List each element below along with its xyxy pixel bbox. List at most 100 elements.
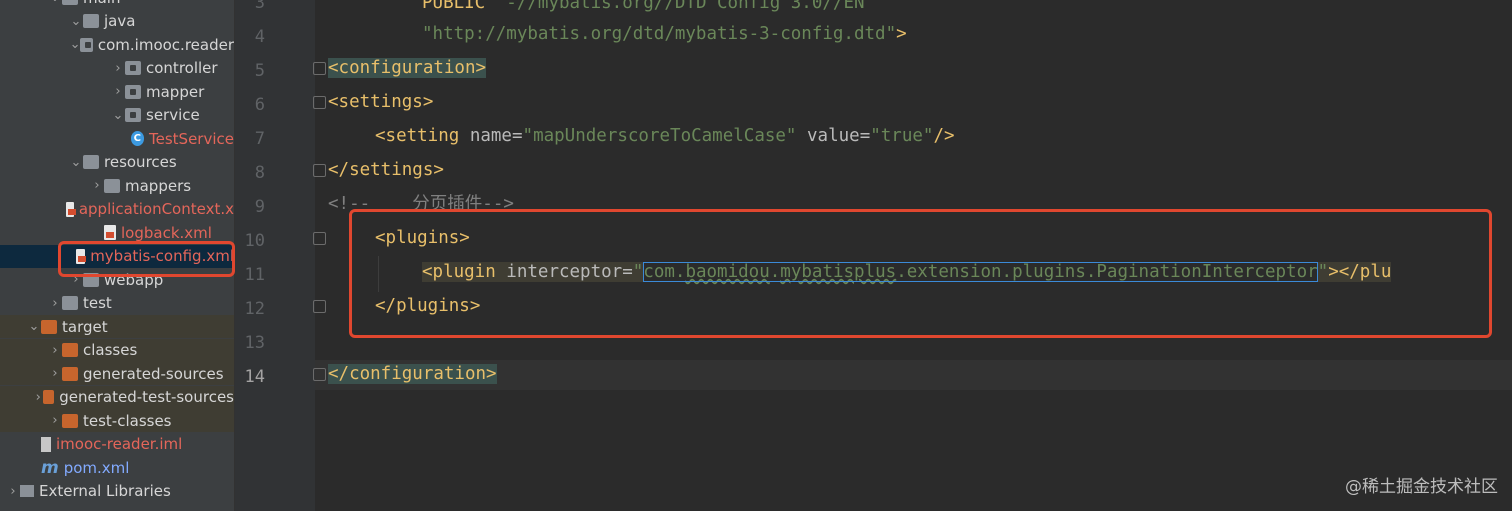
annotation-highlight-file [58,241,235,277]
fold-marker-settings-end[interactable] [313,164,326,177]
xml-file-icon [66,201,76,217]
line-number[interactable]: 12 [235,294,265,324]
tree-item[interactable]: ⌄ java [0,10,234,33]
tree-item-label: service [146,106,200,124]
code-line-5[interactable]: <configuration> [328,53,487,83]
resources-folder-icon [83,155,99,169]
settings-open-tag: <settings> [328,92,434,112]
fold-marker-configuration[interactable] [313,62,326,75]
tree-item-label: generated-test-sources [59,388,234,406]
fold-marker-settings[interactable] [313,96,326,109]
tree-item[interactable]: › mapper [0,80,234,103]
collapse-arrow-icon[interactable]: ⌄ [69,14,83,29]
tree-item[interactable]: ⌄ main [0,0,234,9]
tree-item[interactable]: C TestService [0,127,234,150]
collapse-arrow-icon[interactable]: ⌄ [27,319,41,334]
name-attribute: name [469,126,512,146]
folder-icon [104,178,120,193]
tree-item[interactable]: › generated-sources [0,362,234,385]
fold-marker-configuration-end[interactable] [313,368,326,381]
fold-marker-plugins-end[interactable] [313,300,326,313]
folder-icon [83,14,99,28]
tree-item[interactable]: applicationContext.x [0,198,234,221]
line-number[interactable]: 9 [235,192,265,222]
tree-item-label: classes [83,341,138,359]
excluded-folder-icon [62,343,78,357]
tree-item[interactable]: ⌄ resources [0,151,234,174]
tree-item-label: controller [146,59,218,77]
library-icon [20,485,34,497]
settings-close-tag: </settings> [328,160,444,180]
iml-file-icon [41,436,51,452]
tree-item[interactable]: › generated-test-sources [0,385,234,409]
expand-arrow-icon[interactable]: › [48,366,62,381]
tree-item-label: mappers [125,176,192,195]
excluded-folder-icon [62,366,78,381]
line-number[interactable]: 11 [235,260,265,290]
configuration-open-tag: <configuration> [328,58,487,78]
doctype-system-id: "http://mybatis.org/dtd/mybatis-3-config… [422,24,897,44]
fold-marker-plugins[interactable] [313,232,326,245]
collapse-arrow-icon[interactable]: ⌄ [48,0,62,5]
tree-item-label: generated-sources [83,364,224,383]
line-number[interactable]: 5 [235,56,265,86]
expand-arrow-icon[interactable]: › [111,61,125,76]
code-line-7[interactable]: <setting name="mapUnderscoreToCamelCase"… [328,121,955,151]
tree-item[interactable]: › test-classes [0,409,234,432]
expand-arrow-icon[interactable]: › [90,178,104,193]
tree-item-label: mapper [146,82,205,101]
expand-arrow-icon[interactable]: › [6,484,20,499]
line-number[interactable]: 6 [235,90,265,120]
tree-item[interactable]: › External Libraries [0,480,234,503]
line-number[interactable]: 7 [235,124,265,154]
code-line-3[interactable]: PUBLIC "-//mybatis.org//DTD Config 3.0//… [328,0,875,18]
collapse-arrow-icon[interactable]: ⌄ [69,155,83,170]
tree-item[interactable]: imooc-reader.iml [0,433,234,456]
doctype-keyword: PUBLIC [422,0,496,13]
collapse-arrow-icon[interactable]: ⌄ [70,37,81,52]
expand-arrow-icon[interactable]: › [48,343,62,358]
package-icon [125,84,141,99]
tree-item[interactable]: m pom.xml [0,456,234,479]
expand-arrow-icon[interactable]: › [48,413,62,428]
tree-item[interactable]: › controller [0,57,234,80]
line-number[interactable]: 3 [235,0,265,18]
watermark: @稀土掘金技术社区 [1345,477,1498,497]
line-number[interactable]: 13 [235,328,265,358]
self-close: /> [933,126,955,146]
tree-item[interactable]: › test [0,292,234,315]
code-line-4[interactable]: "http://mybatis.org/dtd/mybatis-3-config… [328,19,907,49]
tree-item[interactable]: ⌄ com.imooc.reader [0,33,234,56]
tree-item-label: main [83,0,120,7]
expand-arrow-icon[interactable]: › [48,296,62,311]
expand-arrow-icon[interactable]: › [111,84,125,99]
package-icon [80,37,93,52]
value-attribute: value [796,126,860,146]
class-icon: C [130,131,145,146]
tree-item-label: test-classes [83,411,172,430]
name-attribute-value: "mapUnderscoreToCamelCase" [522,126,797,146]
tree-item-label: com.imooc.reader [97,35,234,54]
tree-item-label: logback.xml [121,223,212,242]
equals-sign: = [859,126,871,146]
maven-icon: m [41,457,59,478]
collapse-arrow-icon[interactable]: ⌄ [111,108,125,123]
code-line-8[interactable]: </settings> [328,155,444,185]
annotation-highlight-plugins [349,209,1492,338]
doctype-public-id: "-//mybatis.org//DTD Config 3.0//EN" [495,0,876,13]
tree-item-label: test [83,294,112,312]
tree-item[interactable]: ⌄ target [0,315,234,338]
folder-icon [62,296,78,310]
line-number[interactable]: 14 [235,362,265,392]
doctype-close: > [896,24,907,44]
tree-item[interactable]: › classes [0,338,234,362]
expand-arrow-icon[interactable]: › [33,390,43,405]
line-number[interactable]: 10 [235,226,265,256]
code-line-6[interactable]: <settings> [328,87,433,117]
line-number[interactable]: 4 [235,22,265,52]
tree-item[interactable]: › mappers [0,174,234,197]
tree-item-label: External Libraries [39,482,171,500]
line-number[interactable]: 8 [235,158,265,188]
code-line-14[interactable]: </configuration> [328,359,497,389]
tree-item[interactable]: ⌄ service [0,104,234,127]
